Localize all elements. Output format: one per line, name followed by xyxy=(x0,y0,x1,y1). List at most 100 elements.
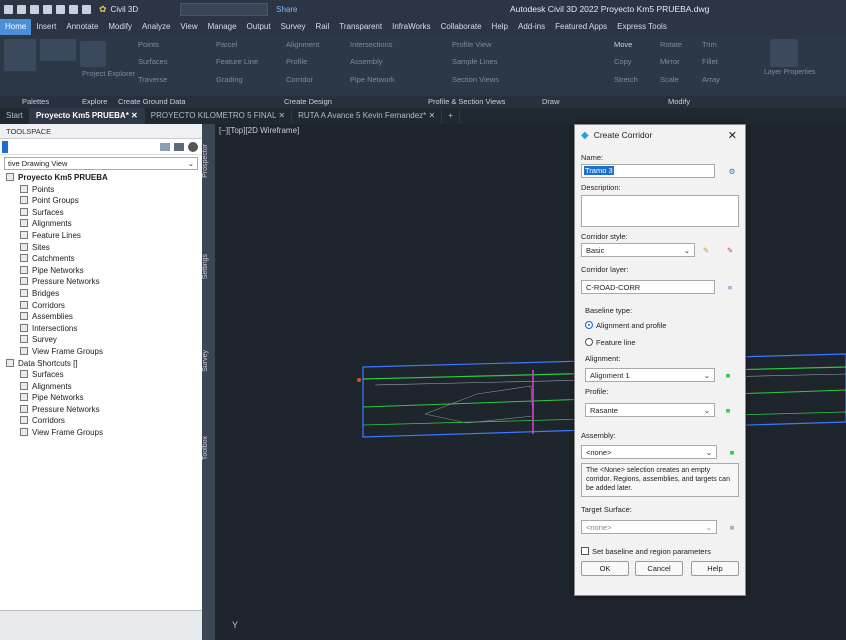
panel-draw[interactable]: Draw xyxy=(542,96,560,108)
app-menu-icon[interactable] xyxy=(4,5,13,14)
project-explorer-icon[interactable] xyxy=(80,41,106,67)
new-tab-icon[interactable]: + xyxy=(442,108,460,124)
tree-item[interactable]: Catchments xyxy=(0,253,202,265)
feature-line-radio[interactable] xyxy=(585,338,593,346)
copy-button[interactable]: Copy xyxy=(614,57,632,66)
workspace-gear-icon[interactable]: ✿ xyxy=(99,4,107,15)
profile-dropdown[interactable]: Rasante ⌄ xyxy=(585,403,715,417)
tree-item[interactable]: Alignments xyxy=(0,381,202,393)
points-button[interactable]: Points xyxy=(138,40,159,49)
close-tab-icon[interactable]: ✕ xyxy=(426,111,436,120)
tree-item[interactable]: Corridors xyxy=(0,415,202,427)
style-edit-icon[interactable]: ✎ xyxy=(699,243,713,257)
menu-view[interactable]: View xyxy=(175,19,202,35)
tree-item[interactable]: Point Groups xyxy=(0,195,202,207)
tab-survey[interactable]: Survey xyxy=(202,350,215,372)
menu-add-ins[interactable]: Add-ins xyxy=(513,19,550,35)
set-params-option[interactable]: Set baseline and region parameters xyxy=(581,547,711,556)
menu-output[interactable]: Output xyxy=(242,19,276,35)
tree-item[interactable]: Pressure Networks xyxy=(0,276,202,288)
close-tab-icon[interactable]: ✕ xyxy=(129,111,138,120)
toolspace-icon[interactable] xyxy=(4,39,36,71)
ok-button[interactable]: OK xyxy=(581,561,629,576)
target-surface-pick-icon[interactable]: ■ xyxy=(725,520,739,534)
surfaces-button[interactable]: Surfaces xyxy=(138,57,168,66)
style-create-icon[interactable]: ✎ xyxy=(723,243,737,257)
menu-infraworks[interactable]: InfraWorks xyxy=(387,19,436,35)
panel-create-design[interactable]: Create Design xyxy=(284,96,332,108)
file-tab[interactable]: Proyecto Km5 PRUEBA* ✕ xyxy=(29,108,145,124)
cancel-button[interactable]: Cancel xyxy=(635,561,683,576)
drawing-canvas[interactable]: [−][Top][2D Wireframe] Y xyxy=(215,124,846,640)
menu-insert[interactable]: Insert xyxy=(31,19,61,35)
grading-button[interactable]: Grading xyxy=(216,75,243,84)
menu-help[interactable]: Help xyxy=(487,19,513,35)
tree-item[interactable]: Feature Lines xyxy=(0,230,202,242)
tab-settings[interactable]: Settings xyxy=(202,254,215,279)
tree-item[interactable]: Pipe Networks xyxy=(0,392,202,404)
menu-manage[interactable]: Manage xyxy=(203,19,242,35)
panel-modify[interactable]: Modify xyxy=(668,96,690,108)
save-icon[interactable] xyxy=(30,5,39,14)
saveas-icon[interactable] xyxy=(43,5,52,14)
name-field[interactable]: Tramo 3 xyxy=(581,164,715,178)
menu-survey[interactable]: Survey xyxy=(276,19,311,35)
style-dropdown[interactable]: Basic ⌄ xyxy=(581,243,695,257)
menu-transparent[interactable]: Transparent xyxy=(334,19,387,35)
tree-item[interactable]: Pressure Networks xyxy=(0,404,202,416)
intersections-button[interactable]: Intersections xyxy=(350,40,393,49)
panel-profile-section[interactable]: Profile & Section Views xyxy=(428,96,505,108)
help-button[interactable]: Help xyxy=(691,561,739,576)
option-feature-line[interactable]: Feature line xyxy=(585,338,636,347)
tab-prospector[interactable]: Prospector xyxy=(202,144,215,178)
open-icon[interactable] xyxy=(17,5,26,14)
profile-button[interactable]: Profile xyxy=(286,57,307,66)
view-selector-dropdown[interactable]: tive Drawing View ⌄ xyxy=(4,157,198,170)
mirror-button[interactable]: Mirror xyxy=(660,57,680,66)
corridor-button[interactable]: Corridor xyxy=(286,75,313,84)
tree-item[interactable]: Bridges xyxy=(0,288,202,300)
alignment-dropdown[interactable]: Alignment 1 ⌄ xyxy=(585,368,715,382)
panel-explore[interactable]: Explore xyxy=(82,96,107,108)
pipe-network-button[interactable]: Pipe Network xyxy=(350,75,395,84)
feature-line-button[interactable]: Feature Line xyxy=(216,57,258,66)
scale-button[interactable]: Scale xyxy=(660,75,679,84)
profile-view-button[interactable]: Profile View xyxy=(452,40,491,49)
sample-lines-button[interactable]: Sample Lines xyxy=(452,57,497,66)
trim-button[interactable]: Trim xyxy=(702,40,717,49)
layer-properties-label[interactable]: Layer Properties xyxy=(764,69,815,76)
menu-featured-apps[interactable]: Featured Apps xyxy=(550,19,612,35)
fillet-button[interactable]: Fillet xyxy=(702,57,718,66)
alignment-profile-radio[interactable] xyxy=(585,321,593,329)
file-tab[interactable]: RUTA A Avance 5 Kevin Fernandez* ✕ xyxy=(292,108,443,124)
undo-icon[interactable] xyxy=(69,5,78,14)
redo-icon[interactable] xyxy=(82,5,91,14)
stretch-button[interactable]: Stretch xyxy=(614,75,638,84)
toolspace-options-icon[interactable] xyxy=(160,142,170,151)
file-tab[interactable]: PROYECTO KILOMETRO 5 FINAL ✕ xyxy=(145,108,293,124)
tree-item[interactable]: Survey xyxy=(0,334,202,346)
toolspace-mode-icon[interactable] xyxy=(2,140,8,153)
panel-palettes[interactable]: Palettes xyxy=(22,96,49,108)
tree-item[interactable]: Data Shortcuts [] xyxy=(0,358,202,370)
tree-item[interactable]: Intersections xyxy=(0,323,202,335)
tree-item[interactable]: View Frame Groups xyxy=(0,427,202,439)
tree-item[interactable]: Pipe Networks xyxy=(0,265,202,277)
tree-item[interactable]: Surfaces xyxy=(0,369,202,381)
file-tab[interactable]: Start xyxy=(0,108,30,124)
close-tab-icon[interactable]: ✕ xyxy=(276,111,285,120)
plot-icon[interactable] xyxy=(56,5,65,14)
layer-select-icon[interactable]: ≡ xyxy=(723,280,737,294)
menu-analyze[interactable]: Analyze xyxy=(137,19,175,35)
tab-toolbox[interactable]: Toolbox xyxy=(202,436,215,460)
menu-rail[interactable]: Rail xyxy=(310,19,334,35)
name-template-icon[interactable]: ⚙ xyxy=(725,164,739,178)
description-field[interactable] xyxy=(581,195,739,227)
project-explorer-label[interactable]: Project Explorer xyxy=(82,69,135,78)
profile-pick-icon[interactable]: ■ xyxy=(721,403,735,417)
menu-home[interactable]: Home xyxy=(0,19,32,35)
share-button[interactable]: Share xyxy=(276,5,297,14)
menu-modify[interactable]: Modify xyxy=(103,19,137,35)
traverse-button[interactable]: Traverse xyxy=(138,75,167,84)
workspace-dropdown[interactable] xyxy=(180,3,269,16)
